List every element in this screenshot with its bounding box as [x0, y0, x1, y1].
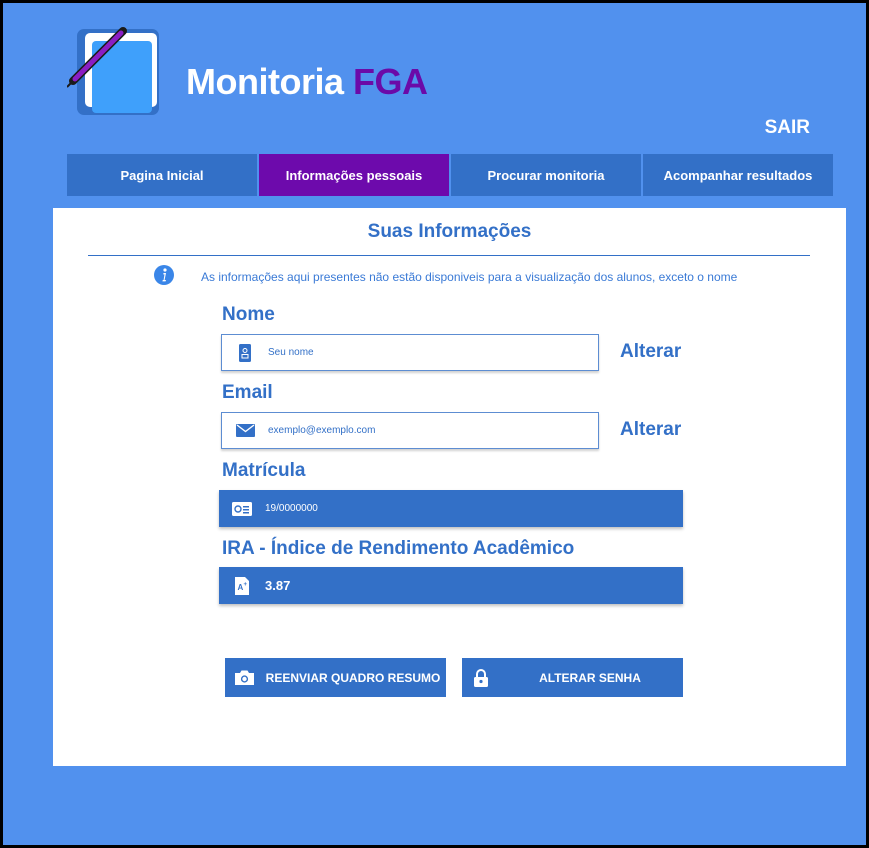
camera-icon: [228, 670, 260, 685]
matricula-field: 19/0000000: [219, 490, 683, 527]
app-title-main: Monitoria: [186, 61, 344, 102]
email-label: Email: [222, 382, 273, 403]
personal-info-card: Suas Informações As informações aqui pre…: [53, 208, 846, 766]
ira-label: IRA - Índice de Rendimento Acadêmico: [222, 538, 575, 559]
matricula-label: Matrícula: [222, 460, 306, 481]
nome-placeholder: Seu nome: [268, 347, 314, 358]
grade-document-icon: A +: [219, 576, 265, 595]
main-nav: Pagina Inicial Informações pessoais Proc…: [67, 154, 833, 196]
logout-button[interactable]: SAIR: [765, 117, 810, 139]
app-logo-icon: [66, 25, 163, 121]
ira-field: A + 3.87: [219, 567, 683, 604]
privacy-notice: As informações aqui presentes não estão …: [201, 270, 738, 284]
nome-label: Nome: [222, 304, 275, 325]
title-divider: [88, 255, 810, 256]
alterar-email-link[interactable]: Alterar: [620, 419, 681, 441]
alterar-nome-link[interactable]: Alterar: [620, 341, 681, 363]
alterar-senha-button[interactable]: ALTERAR SENHA: [462, 658, 683, 697]
nome-field[interactable]: Seu nome: [221, 334, 599, 371]
tab-informacoes-pessoais[interactable]: Informações pessoais: [259, 154, 449, 196]
tab-pagina-inicial[interactable]: Pagina Inicial: [67, 154, 257, 196]
lock-icon: [465, 668, 497, 687]
tab-acompanhar-resultados[interactable]: Acompanhar resultados: [643, 154, 833, 196]
email-field[interactable]: exemplo@exemplo.com: [221, 412, 599, 449]
reenviar-label: REENVIAR QUADRO RESUMO: [265, 670, 441, 685]
id-card-icon: [219, 501, 265, 516]
envelope-icon: [222, 424, 268, 437]
reenviar-quadro-resumo-button[interactable]: REENVIAR QUADRO RESUMO: [225, 658, 446, 697]
id-badge-icon: [222, 343, 268, 362]
ira-value: 3.87: [265, 578, 291, 593]
app-title: Monitoria FGA: [186, 61, 428, 103]
tab-procurar-monitoria[interactable]: Procurar monitoria: [451, 154, 641, 196]
email-placeholder: exemplo@exemplo.com: [268, 425, 376, 436]
matricula-value: 19/0000000: [265, 503, 318, 514]
alterar-senha-label: ALTERAR SENHA: [539, 670, 641, 685]
svg-text:+: +: [244, 582, 248, 588]
card-title: Suas Informações: [367, 221, 532, 242]
app-title-accent: FGA: [353, 61, 428, 102]
info-icon: [153, 264, 175, 286]
app-window: Monitoria FGA SAIR Pagina Inicial Inform…: [0, 0, 869, 848]
